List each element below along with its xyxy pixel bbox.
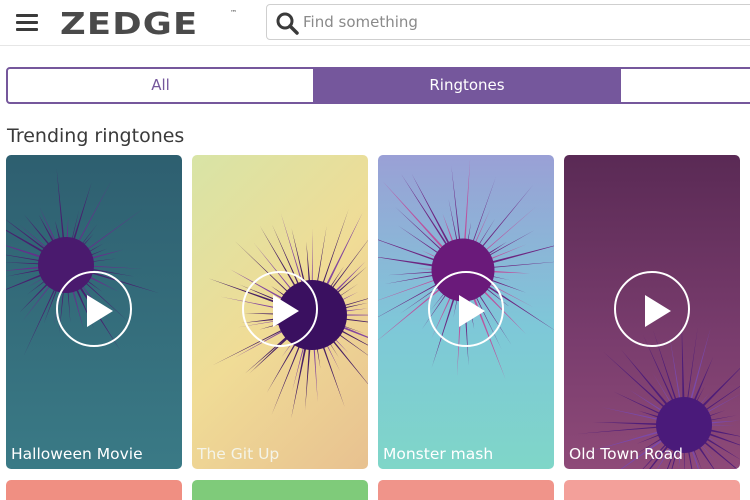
tab-all[interactable]: All xyxy=(8,69,314,102)
ringtone-card[interactable]: Monster mash xyxy=(378,155,554,469)
top-header: ZEDGE ™ xyxy=(0,0,750,46)
ringtone-card-partial[interactable] xyxy=(192,480,368,500)
tab-ringtones[interactable]: Ringtones xyxy=(314,69,620,102)
play-button[interactable] xyxy=(614,271,690,347)
zedge-logo[interactable]: ZEDGE ™ xyxy=(60,7,237,42)
search-input[interactable] xyxy=(303,10,743,34)
ringtone-title: Halloween Movie xyxy=(11,445,143,463)
ringtone-card[interactable]: The Git Up xyxy=(192,155,368,469)
ringtone-title: Old Town Road xyxy=(569,445,683,463)
tab-wallpapers[interactable]: Wa xyxy=(620,69,750,102)
ringtone-card-partial[interactable] xyxy=(564,480,740,500)
play-button[interactable] xyxy=(428,271,504,347)
play-button[interactable] xyxy=(56,271,132,347)
ringtone-card-partial[interactable] xyxy=(378,480,554,500)
section-title: Trending ringtones xyxy=(7,125,185,147)
play-icon xyxy=(273,295,299,327)
logo-text: ZEDGE xyxy=(60,7,199,42)
category-tabs: All Ringtones Wa xyxy=(6,67,750,104)
ringtone-title: Monster mash xyxy=(383,445,494,463)
hamburger-menu-icon[interactable] xyxy=(16,12,38,32)
ringtone-card[interactable]: Halloween Movie xyxy=(6,155,182,469)
ringtone-card-partial[interactable] xyxy=(6,480,182,500)
play-icon xyxy=(459,295,485,327)
search-icon[interactable] xyxy=(275,11,299,35)
ringtone-card[interactable]: Old Town Road xyxy=(564,155,740,469)
search-bar[interactable] xyxy=(266,4,750,40)
ringtone-title: The Git Up xyxy=(197,445,280,463)
trademark-mark: ™ xyxy=(230,9,237,17)
play-button[interactable] xyxy=(242,271,318,347)
play-icon xyxy=(87,295,113,327)
play-icon xyxy=(645,295,671,327)
